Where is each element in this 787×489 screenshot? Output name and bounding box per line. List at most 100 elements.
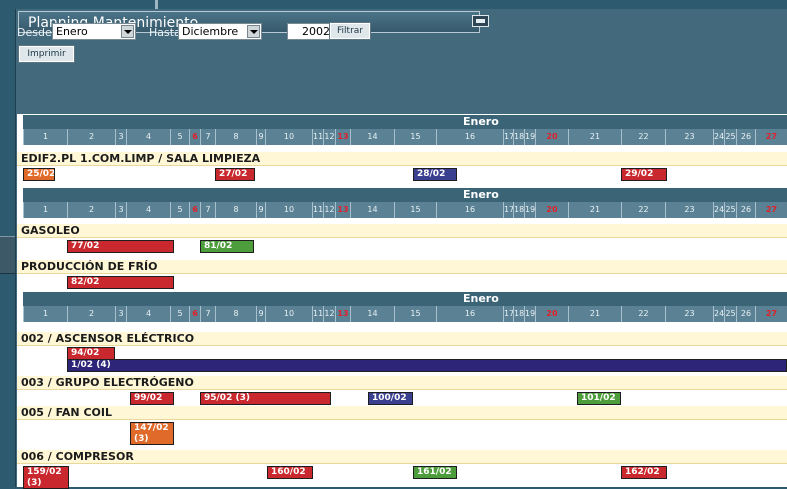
month-label: Enero: [463, 188, 499, 201]
task-bar[interactable]: 99/02: [130, 392, 174, 405]
day-cell-20: 20: [535, 129, 568, 145]
day-cell-5: 5: [170, 202, 189, 218]
task-label: 160/02: [271, 467, 306, 477]
day-cell-4: 4: [126, 129, 170, 145]
task-bar[interactable]: 1/02 (4): [67, 359, 787, 372]
day-cell-17: 17: [503, 202, 514, 218]
task-label: 100/02: [372, 393, 407, 403]
day-cell-24: 24: [713, 129, 724, 145]
day-cell-2: 2: [67, 306, 115, 322]
day-cell-3: 3: [115, 202, 126, 218]
day-cell-11: 11: [312, 129, 323, 145]
day-cell-12: 12: [323, 306, 335, 322]
day-cell-25: 25: [724, 306, 736, 322]
day-header-row: 1 2 3 4 5 6 7 8 9 10 11 12 13 14 15 16 17 18 19 20 21 22 23 24 2…: [23, 306, 787, 322]
day-cell-9: 9: [256, 202, 265, 218]
day-cell-17: 17: [503, 129, 514, 145]
task-bar[interactable]: 29/02: [621, 168, 667, 181]
day-cell-11: 11: [312, 306, 323, 322]
task-label: 25/02: [27, 169, 55, 179]
task-bar[interactable]: 95/02 (3): [200, 392, 331, 405]
group-header: GASOLEO: [17, 224, 787, 238]
day-cell-5: 5: [170, 306, 189, 322]
task-label: 28/02: [417, 169, 446, 179]
hasta-select[interactable]: Diciembre: [178, 23, 262, 40]
day-cell-15: 15: [394, 129, 436, 145]
day-cell-6: 6: [189, 306, 200, 322]
day-cell-11: 11: [312, 202, 323, 218]
group-header: 002 / ASCENSOR ELÉCTRICO: [17, 332, 787, 346]
day-cell-20: 20: [535, 306, 568, 322]
day-cell-15: 15: [394, 306, 436, 322]
task-bar[interactable]: 161/02: [413, 466, 457, 479]
day-cell-24: 24: [713, 202, 724, 218]
task-bar[interactable]: 82/02: [67, 276, 174, 289]
chevron-down-icon[interactable]: [247, 25, 260, 38]
day-cell-8: 8: [215, 202, 256, 218]
task-bar[interactable]: 147/02 (3): [130, 422, 174, 445]
day-cell-19: 19: [524, 129, 535, 145]
task-bar[interactable]: 81/02: [200, 240, 254, 253]
day-cell-22: 22: [621, 129, 665, 145]
day-cell-4: 4: [126, 306, 170, 322]
task-label: 77/02: [71, 241, 100, 251]
task-bar[interactable]: 101/02: [577, 392, 621, 405]
day-cell-21: 21: [568, 129, 621, 145]
day-cell-12: 12: [323, 129, 335, 145]
task-label: 94/02: [71, 348, 100, 358]
task-bar[interactable]: 100/02: [368, 392, 413, 405]
task-count: (3): [134, 434, 149, 444]
day-cell-15: 15: [394, 202, 436, 218]
day-cell-27: 27: [755, 202, 787, 218]
task-label: 82/02: [71, 277, 100, 287]
filtrar-button[interactable]: Filtrar: [329, 22, 371, 40]
day-header-row: 1 2 3 4 5 6 7 8 9 10 11 12 13 14 15 16 17 18 19 20 21 22 23 24 2…: [23, 129, 787, 145]
year-input[interactable]: 2002: [287, 23, 335, 40]
group-header: 005 / FAN COIL: [17, 406, 787, 420]
day-cell-3: 3: [115, 129, 126, 145]
task-label: 1/02 (4): [71, 360, 111, 370]
day-cell-27: 27: [755, 306, 787, 322]
task-label: 101/02: [581, 393, 616, 403]
day-cell-1: 1: [23, 306, 67, 322]
month-header-row: Enero: [23, 115, 787, 129]
task-label: 95/02 (3): [204, 393, 250, 403]
day-cell-13: 13: [335, 202, 350, 218]
imprimir-button[interactable]: Imprimir: [18, 45, 75, 63]
task-bar[interactable]: 77/02: [67, 240, 174, 253]
task-bar[interactable]: 28/02: [413, 168, 457, 181]
chevron-down-icon[interactable]: [121, 25, 134, 38]
day-cell-17: 17: [503, 306, 514, 322]
task-bar[interactable]: 25/02: [23, 168, 55, 181]
desde-label: Desde: [17, 26, 52, 39]
day-cell-16: 16: [436, 202, 503, 218]
day-cell-5: 5: [170, 129, 189, 145]
day-cell-13: 13: [335, 306, 350, 322]
task-label: 81/02: [204, 241, 233, 251]
task-bar[interactable]: 160/02: [267, 466, 313, 479]
task-label: 29/02: [625, 169, 654, 179]
hasta-label: Hasta: [149, 26, 181, 39]
day-cell-2: 2: [67, 202, 115, 218]
day-cell-9: 9: [256, 306, 265, 322]
group-header: 003 / GRUPO ELECTRÓGENO: [17, 376, 787, 390]
day-cell-25: 25: [724, 202, 736, 218]
day-cell-22: 22: [621, 306, 665, 322]
desde-select[interactable]: Enero: [52, 23, 136, 40]
group-header: PRODUCCIÓN DE FRÍO: [17, 260, 787, 274]
group-header: 006 / COMPRESOR: [17, 450, 787, 464]
day-cell-14: 14: [350, 306, 394, 322]
task-bar[interactable]: 159/02 (3): [23, 466, 69, 489]
task-label: 159/02: [27, 467, 62, 477]
day-cell-10: 10: [265, 129, 312, 145]
task-bar[interactable]: 162/02: [621, 466, 667, 479]
month-header-row: Enero: [23, 292, 787, 306]
day-cell-27: 27: [755, 129, 787, 145]
day-cell-10: 10: [265, 306, 312, 322]
day-cell-12: 12: [323, 202, 335, 218]
task-bar[interactable]: 27/02: [215, 168, 255, 181]
task-label: 162/02: [625, 467, 660, 477]
day-cell-10: 10: [265, 202, 312, 218]
day-cell-26: 26: [736, 306, 755, 322]
minimize-icon[interactable]: [472, 15, 489, 27]
